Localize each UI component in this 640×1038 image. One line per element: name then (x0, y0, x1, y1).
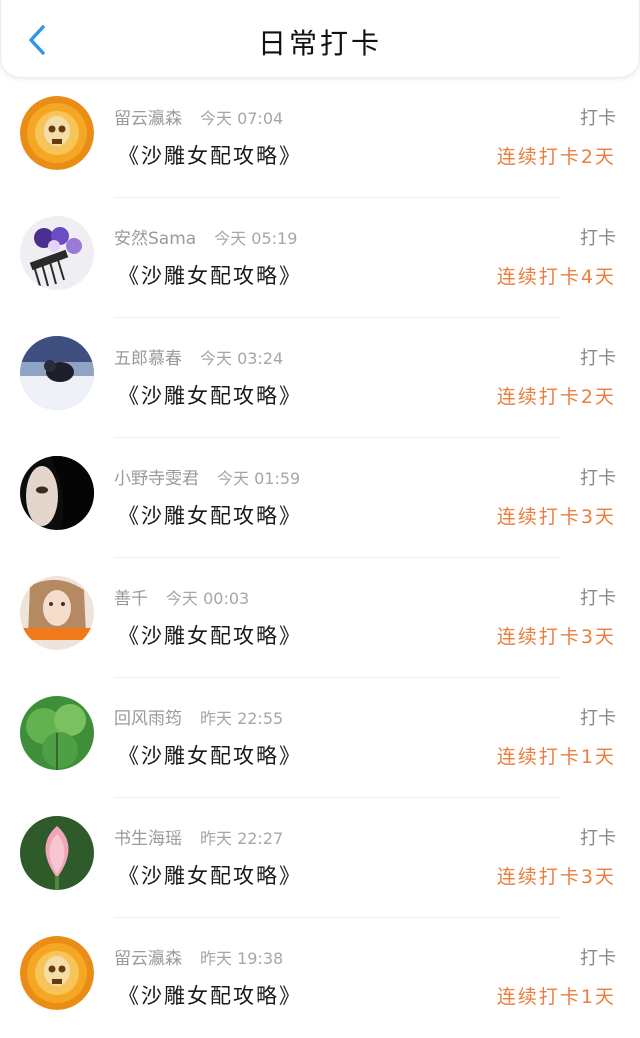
figure-in-snow-avatar[interactable] (20, 336, 94, 410)
username[interactable]: 留云瀛森 (114, 949, 182, 969)
username[interactable]: 小野寺雯君 (114, 469, 199, 489)
list-item[interactable]: 善千 今天 00:03 《沙雕女配攻略》 打卡 连续打卡3天 (0, 558, 640, 678)
green-leaf-avatar[interactable] (20, 696, 94, 770)
user-meta: 书生海瑶 昨天 22:27 (114, 824, 283, 849)
user-meta: 小野寺雯君 今天 01:59 (114, 464, 300, 489)
user-meta: 留云瀛森 昨天 19:38 (114, 944, 283, 969)
book-title[interactable]: 《沙雕女配攻略》 (118, 140, 302, 170)
girl-portrait-avatar[interactable] (20, 576, 94, 650)
checkin-status: 打卡 (580, 108, 616, 129)
book-title[interactable]: 《沙雕女配攻略》 (118, 380, 302, 410)
streak-count: 连续打卡3天 (496, 506, 616, 528)
user-meta: 五郎慕春 今天 03:24 (114, 344, 283, 369)
book-title[interactable]: 《沙雕女配攻略》 (118, 500, 302, 530)
streak-count: 连续打卡4天 (496, 266, 616, 288)
checkin-status: 打卡 (580, 828, 616, 849)
streak-count: 连续打卡1天 (496, 746, 616, 768)
checkin-time: 今天 00:03 (166, 589, 250, 608)
list-item[interactable]: 留云瀛森 昨天 19:38 《沙雕女配攻略》 打卡 连续打卡1天 (0, 918, 640, 1038)
checkin-time: 昨天 19:38 (200, 949, 284, 968)
gold-skull-avatar[interactable] (20, 96, 94, 170)
streak-count: 连续打卡3天 (496, 626, 616, 648)
streak-count: 连续打卡2天 (496, 146, 616, 168)
list-item[interactable]: 小野寺雯君 今天 01:59 《沙雕女配攻略》 打卡 连续打卡3天 (0, 438, 640, 558)
checkin-time: 今天 01:59 (217, 469, 301, 488)
pink-lotus-avatar[interactable] (20, 816, 94, 890)
checkin-status: 打卡 (580, 228, 616, 249)
username[interactable]: 书生海瑶 (114, 829, 182, 849)
checkin-time: 今天 03:24 (200, 349, 284, 368)
checkin-time: 今天 07:04 (200, 109, 284, 128)
book-title[interactable]: 《沙雕女配攻略》 (118, 260, 302, 290)
list-item[interactable]: 五郎慕春 今天 03:24 《沙雕女配攻略》 打卡 连续打卡2天 (0, 318, 640, 438)
checkin-status: 打卡 (580, 948, 616, 969)
username[interactable]: 安然Sama (114, 229, 196, 249)
checkin-time: 昨天 22:27 (200, 829, 284, 848)
purple-flower-hairpin-avatar[interactable] (20, 216, 94, 290)
checkin-status: 打卡 (580, 348, 616, 369)
page-title: 日常打卡 (257, 27, 382, 60)
user-meta: 安然Sama 今天 05:19 (114, 224, 297, 249)
book-title[interactable]: 《沙雕女配攻略》 (118, 740, 302, 770)
checkin-time: 昨天 22:55 (200, 709, 284, 728)
book-title[interactable]: 《沙雕女配攻略》 (118, 980, 302, 1010)
dark-hair-face-avatar[interactable] (20, 456, 94, 530)
top-bar: 日常打卡 (0, 0, 640, 78)
book-title[interactable]: 《沙雕女配攻略》 (118, 860, 302, 890)
list-item[interactable]: 书生海瑶 昨天 22:27 《沙雕女配攻略》 打卡 连续打卡3天 (0, 798, 640, 918)
book-title[interactable]: 《沙雕女配攻略》 (118, 620, 302, 650)
username[interactable]: 回风雨筠 (114, 709, 182, 729)
streak-count: 连续打卡1天 (496, 986, 616, 1008)
gold-skull-avatar[interactable] (20, 936, 94, 1010)
checkin-time: 今天 05:19 (214, 229, 298, 248)
checkin-status: 打卡 (580, 588, 616, 609)
checkin-status: 打卡 (580, 708, 616, 729)
streak-count: 连续打卡3天 (496, 866, 616, 888)
streak-count: 连续打卡2天 (496, 386, 616, 408)
username[interactable]: 善千 (114, 589, 148, 609)
list-item[interactable]: 留云瀛森 今天 07:04 《沙雕女配攻略》 打卡 连续打卡2天 (0, 78, 640, 198)
user-meta: 善千 今天 00:03 (114, 584, 249, 609)
list-item[interactable]: 安然Sama 今天 05:19 《沙雕女配攻略》 打卡 连续打卡4天 (0, 198, 640, 318)
username[interactable]: 五郎慕春 (114, 349, 182, 369)
checkin-status: 打卡 (580, 468, 616, 489)
user-meta: 留云瀛森 今天 07:04 (114, 104, 283, 129)
list-item[interactable]: 回风雨筠 昨天 22:55 《沙雕女配攻略》 打卡 连续打卡1天 (0, 678, 640, 798)
username[interactable]: 留云瀛森 (114, 109, 182, 129)
user-meta: 回风雨筠 昨天 22:55 (114, 704, 283, 729)
